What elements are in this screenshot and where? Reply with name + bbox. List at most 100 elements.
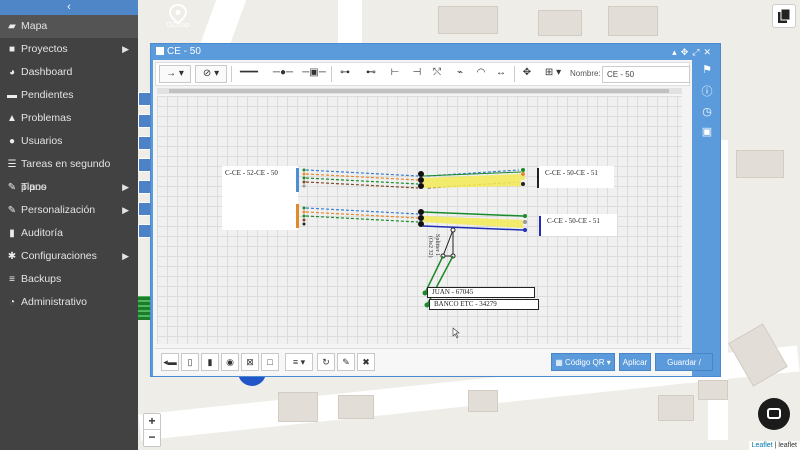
user-icon: ● (8, 136, 16, 147)
splice-points[interactable] (418, 171, 424, 227)
minimize-icon[interactable]: ▴ (672, 47, 681, 57)
arrow-dropdown-button[interactable]: → ▾ (159, 65, 191, 83)
tool-button[interactable]: ✥ (518, 65, 536, 83)
view-button[interactable]: ◉ (221, 353, 239, 371)
fiber-connections (296, 168, 541, 339)
fiber-green (422, 211, 524, 217)
sidebar-item-label: Personalización (21, 204, 96, 216)
splitter-input[interactable] (450, 227, 456, 233)
scrollbar-thumb[interactable] (169, 89, 669, 93)
sidebar-menu: ▰ Mapa ■ Proyectos ▶ ◕ Dashboard ▬ Pendi… (0, 15, 138, 314)
connector-left-button[interactable]: ◂▬ (161, 353, 179, 371)
tool-button[interactable]: ◠ (472, 65, 490, 83)
sidebar-item-backups[interactable]: ≡ Backups (0, 268, 138, 291)
image-icon: ▣ (701, 126, 713, 138)
tray-button[interactable]: ▯ (181, 353, 199, 371)
sidebar-item-mapa[interactable]: ▰ Mapa (0, 15, 138, 38)
close-icon[interactable]: ✕ (703, 47, 715, 57)
sidebar-item-administrativo[interactable]: ◔ Administrativo (0, 291, 138, 314)
tray-alt-icon: ▮ (207, 357, 213, 367)
dialog-body: → ▾ ⊘ ▾ ━━━ ─●─ ─▣─ ⊶ ⊷ ⊢ ⊣ ⤲ ⌁ ◠ ↔ ✥ ⊞ … (153, 60, 713, 385)
tool-button[interactable]: ⊷ (362, 65, 380, 83)
name-input[interactable] (602, 66, 690, 83)
chevron-left-icon: ‹ (67, 1, 71, 13)
zoom-in-button[interactable]: + (144, 414, 160, 430)
splice-tool-button[interactable]: ⊠ (241, 353, 259, 371)
move-icon[interactable]: ✥ (681, 47, 693, 57)
close-icon: ✖ (362, 357, 370, 367)
expand-icon[interactable]: ⤢ (692, 47, 703, 57)
select-box-button[interactable]: □ (261, 353, 279, 371)
sidebar-item-dashboard[interactable]: ◕ Dashboard (0, 61, 138, 84)
block-icon: ⊘ ▾ (202, 68, 220, 79)
sidebar-collapse-button[interactable]: ‹ (0, 0, 138, 15)
sidebar-item-label: Auditoría (21, 227, 64, 239)
layout-dropdown-button[interactable]: ⊞ ▾ (540, 65, 566, 83)
horizontal-scrollbar[interactable] (157, 88, 682, 94)
cable-connector-button[interactable]: ─●─ (268, 65, 298, 83)
client-box[interactable]: JUAN - 67045 (427, 287, 535, 298)
apply-button[interactable]: Aplicar (619, 353, 651, 371)
toolbar-separator (331, 66, 332, 82)
sidebar-item-personalizacion[interactable]: ✎ Personalización ▶ (0, 199, 138, 222)
splice-box-dialog: CE - 50 ▴✥⤢✕ → ▾ ⊘ ▾ ━━━ ─●─ ─▣─ ⊶ ⊷ ⊢ ⊣… (150, 43, 721, 385)
gauge-icon: ◠ (476, 67, 486, 78)
sidebar-item-usuarios[interactable]: ● Usuarios (0, 130, 138, 153)
qr-icon: ▦ (555, 358, 565, 367)
dialog-titlebar[interactable]: CE - 50 ▴✥⤢✕ (151, 44, 720, 59)
splice-diagram-canvas[interactable]: C-CE - 52-CE - 50 C-CE - 50-CE - 51 C-CE… (157, 96, 682, 344)
diagram-toolbar: → ▾ ⊘ ▾ ━━━ ─●─ ─▣─ ⊶ ⊷ ⊢ ⊣ ⤲ ⌁ ◠ ↔ ✥ ⊞ … (155, 62, 690, 86)
cable-line-button[interactable]: ━━━ (235, 65, 263, 83)
list-dropdown-button[interactable]: ≡ ▾ (285, 353, 313, 371)
leaflet-link[interactable]: Leaflet (752, 442, 773, 449)
map-building (658, 395, 694, 421)
tray-alt-button[interactable]: ▮ (201, 353, 219, 371)
image-button[interactable]: ▣ (699, 124, 715, 140)
sidebar-item-auditoria[interactable]: ▮ Auditoría (0, 222, 138, 245)
tube-marker (539, 216, 541, 236)
qr-code-label: Código QR (564, 358, 605, 367)
layers-button[interactable] (772, 4, 796, 28)
flag-icon: ⚑ (702, 64, 712, 76)
toolbar-separator (231, 66, 232, 82)
map-building (468, 390, 498, 412)
refresh-button[interactable]: ↻ (317, 353, 335, 371)
client-box[interactable]: BANCO ETC - 34279 (429, 299, 539, 310)
tool-button[interactable]: ⤲ (428, 65, 446, 83)
cable-splice-button[interactable]: ─▣─ (301, 65, 327, 83)
tool-button[interactable]: ⊢ (386, 65, 404, 83)
tool-button[interactable]: ⊣ (408, 65, 426, 83)
app-logo[interactable]: OZmap (160, 0, 196, 36)
sidebar-item-proyectos[interactable]: ■ Proyectos ▶ (0, 38, 138, 61)
brush-button[interactable]: ✎ (337, 353, 355, 371)
clock-icon: ◷ (702, 106, 712, 118)
client-label: JUAN - 67045 (432, 288, 474, 296)
tool-button[interactable]: ⊶ (336, 65, 354, 83)
sidebar-item-tipos[interactable]: ✎ Tipos ▶ (0, 176, 138, 199)
qr-code-dropdown-button[interactable]: ▦ Código QR ▾ (551, 353, 615, 371)
sidebar-item-pendientes[interactable]: ▬ Pendientes (0, 84, 138, 107)
tool-button[interactable]: ⌁ (450, 65, 470, 83)
attribution-text: | leaflet (772, 442, 797, 449)
chat-button[interactable] (758, 398, 790, 430)
splitter-shape[interactable] (442, 229, 454, 257)
chevron-right-icon: ▶ (122, 251, 129, 261)
dialog-side-rail: ⚑ ⓘ ◷ ▣ (694, 60, 720, 376)
sidebar-item-label: Backups (21, 273, 62, 285)
block-dropdown-button[interactable]: ⊘ ▾ (195, 65, 227, 83)
info-button[interactable]: ⓘ (699, 84, 715, 100)
refresh-icon: ↻ (322, 357, 330, 367)
map-building (438, 6, 498, 34)
sidebar-item-label: Administrativo (21, 296, 87, 308)
sidebar-item-configuraciones[interactable]: ✱ Configuraciones ▶ (0, 245, 138, 268)
sidebar-item-problemas[interactable]: ▲ Problemas (0, 107, 138, 130)
clear-button[interactable]: ✖ (357, 353, 375, 371)
sidebar-item-tareas[interactable]: ☰ Tareas en segundo plano (0, 153, 138, 193)
zoom-out-button[interactable]: − (144, 430, 160, 446)
zoom-control: + − (143, 413, 161, 447)
history-button[interactable]: ◷ (699, 104, 715, 120)
map-road (338, 0, 362, 45)
logo-text: OZmap (166, 22, 190, 29)
tool-button[interactable]: ↔ (492, 65, 510, 83)
flag-button[interactable]: ⚑ (699, 62, 715, 78)
